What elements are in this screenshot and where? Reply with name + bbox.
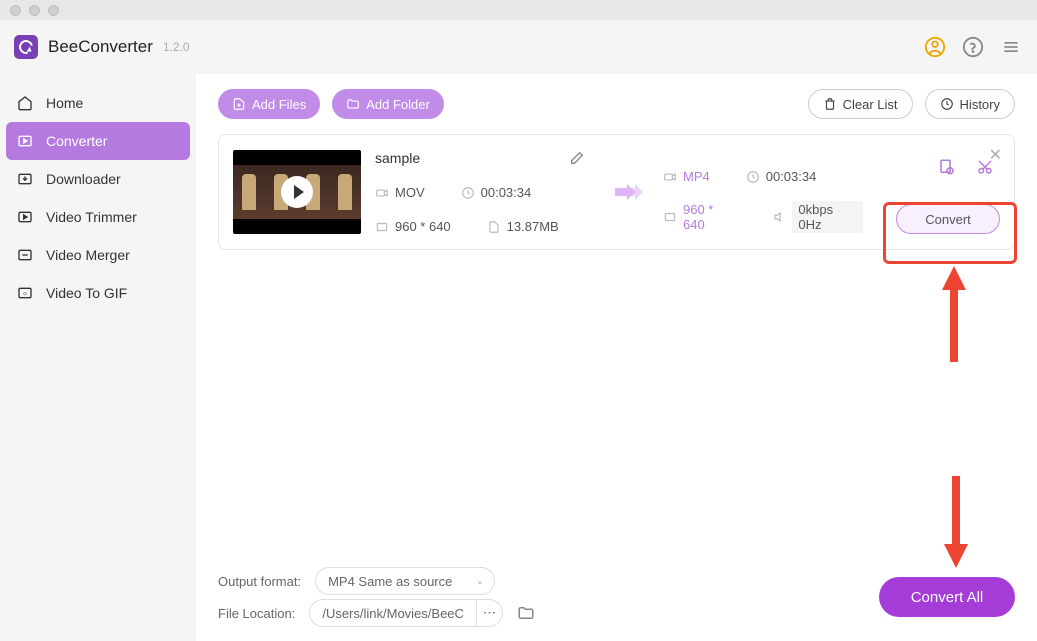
resolution-icon <box>375 220 389 234</box>
sidebar-item-label: Video Trimmer <box>46 209 137 225</box>
trash-icon <box>823 97 837 111</box>
trim-icon <box>16 208 34 226</box>
sidebar-item-trimmer[interactable]: Video Trimmer <box>6 198 190 236</box>
clock-icon <box>461 186 475 200</box>
output-format-label: Output format: <box>218 574 301 589</box>
sidebar-item-label: Converter <box>46 133 107 149</box>
sidebar: Home Converter Downloader Video Trimmer … <box>0 74 196 641</box>
button-label: Add Files <box>252 97 306 112</box>
button-label: History <box>960 97 1000 112</box>
button-label: Clear List <box>843 97 898 112</box>
toolbar: Add Files Add Folder Clear List History <box>196 74 1037 134</box>
conversion-arrow-icon <box>615 182 643 202</box>
resolution-icon <box>663 210 677 224</box>
file-location-label: File Location: <box>218 606 295 621</box>
source-format: MOV <box>375 185 425 200</box>
user-icon[interactable] <box>923 35 947 59</box>
target-audio: 0kbps 0Hz <box>772 201 863 233</box>
sidebar-item-merger[interactable]: Video Merger <box>6 236 190 274</box>
camera-icon <box>663 170 677 184</box>
edit-name-icon[interactable] <box>569 150 585 166</box>
target-format[interactable]: MP4 <box>663 169 710 184</box>
convert-all-button[interactable]: Convert All <box>879 577 1015 617</box>
main-panel: Add Files Add Folder Clear List History … <box>196 74 1037 641</box>
source-size: 13.87MB <box>487 219 559 234</box>
output-format-row: Output format: MP4 Same as source ⌄ <box>218 567 495 595</box>
sidebar-item-home[interactable]: Home <box>6 84 190 122</box>
app-header: BeeConverter 1.2.0 <box>0 20 1037 74</box>
app-name: BeeConverter <box>48 37 153 57</box>
play-icon <box>281 176 313 208</box>
house-icon <box>16 94 34 112</box>
sidebar-item-label: Home <box>46 95 83 111</box>
minimize-window-dot[interactable] <box>29 5 40 16</box>
file-icon <box>487 220 501 234</box>
card-actions: Convert <box>896 150 1000 234</box>
merge-icon <box>16 246 34 264</box>
folder-add-icon <box>346 97 360 111</box>
history-button[interactable]: History <box>925 89 1015 119</box>
speaker-icon <box>772 210 786 224</box>
button-label: Add Folder <box>366 97 430 112</box>
camera-icon <box>375 186 389 200</box>
svg-text:G: G <box>23 291 27 296</box>
app-version: 1.2.0 <box>163 40 190 54</box>
file-card: sample MOV 00:03:34 960 * 640 13.87MB MP… <box>218 134 1015 250</box>
target-resolution[interactable]: 960 * 640 <box>663 201 736 233</box>
sidebar-item-converter[interactable]: Converter <box>6 122 190 160</box>
sidebar-item-label: Video To GIF <box>46 285 127 301</box>
convert-icon <box>16 132 34 150</box>
output-format-select[interactable]: MP4 Same as source ⌄ <box>315 567 495 595</box>
add-files-button[interactable]: Add Files <box>218 89 320 119</box>
menu-icon[interactable] <box>999 35 1023 59</box>
sidebar-item-label: Video Merger <box>46 247 130 263</box>
maximize-window-dot[interactable] <box>48 5 59 16</box>
source-duration: 00:03:34 <box>461 185 532 200</box>
browse-location-button[interactable]: ⋯ <box>477 599 503 627</box>
source-info: sample MOV 00:03:34 960 * 640 13.87MB <box>375 150 595 234</box>
file-add-icon <box>232 97 246 111</box>
file-name: sample <box>375 150 420 166</box>
chevron-down-icon: ⌄ <box>476 576 484 587</box>
close-window-dot[interactable] <box>10 5 21 16</box>
sidebar-item-gif[interactable]: G Video To GIF <box>6 274 190 312</box>
source-resolution: 960 * 640 <box>375 219 451 234</box>
file-location-row: File Location: /Users/link/Movies/BeeC ⋯ <box>218 599 535 627</box>
open-folder-icon[interactable] <box>517 604 535 622</box>
sidebar-item-label: Downloader <box>46 171 121 187</box>
annotation-arrow-2 <box>944 476 968 568</box>
gif-icon: G <box>16 284 34 302</box>
help-icon[interactable] <box>961 35 985 59</box>
convert-button[interactable]: Convert <box>896 204 1000 234</box>
target-info: MP4 00:03:34 960 * 640 0kbps 0Hz <box>663 169 863 233</box>
clear-list-button[interactable]: Clear List <box>808 89 913 119</box>
settings-icon[interactable] <box>938 158 956 176</box>
history-icon <box>940 97 954 111</box>
file-location-field[interactable]: /Users/link/Movies/BeeC <box>309 599 477 627</box>
remove-item-icon[interactable]: ✕ <box>989 145 1002 165</box>
app-logo <box>14 35 38 59</box>
window-titlebar <box>0 0 1037 20</box>
video-thumbnail[interactable] <box>233 150 361 234</box>
annotation-arrow-1 <box>942 266 966 362</box>
clock-icon <box>746 170 760 184</box>
add-folder-button[interactable]: Add Folder <box>332 89 444 119</box>
download-icon <box>16 170 34 188</box>
sidebar-item-downloader[interactable]: Downloader <box>6 160 190 198</box>
target-duration: 00:03:34 <box>746 169 817 184</box>
